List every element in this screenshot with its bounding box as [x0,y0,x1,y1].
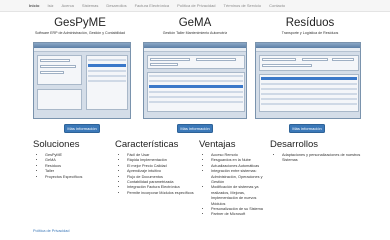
screenshot-gespyme[interactable] [33,42,131,119]
list-item: Partner de Microsoft [211,212,267,217]
screenshot-gema[interactable] [143,42,247,119]
product-subtitle-gema: Gestión Taller Mantenimiento Automotriz [162,31,228,35]
detail-panel [37,89,82,110]
nav-item-terminos-servicio[interactable]: Términos de Servicio [224,0,262,12]
product-title-gema: GeMA [178,17,212,29]
form-field [262,64,312,67]
nav-item-isiz[interactable]: Isiz [47,0,53,12]
product-gespyme: GesPyME Software ERP de Administración, … [20,16,140,35]
window-toolbar [34,48,130,52]
product-title-residuos: Resíduos [285,17,335,29]
more-info-button-residuos[interactable]: Más información [289,124,325,133]
grid-row-selected [149,85,243,88]
form-field [262,58,296,61]
grid-row [261,103,357,105]
grid-row [88,59,126,61]
soluciones-list: GesPyME GeMA Resíduos Taller Proyectos E… [33,153,113,180]
ventajas-list: Acceso Remoto Resguardos en la Nube Actu… [199,153,267,218]
nav-item-acerca[interactable]: Acerca [61,0,73,12]
window-toolbar [256,48,360,52]
form-field [196,58,236,61]
caracteristicas-list: Fácil de Usar Rápida Implementación El m… [115,153,195,196]
top-navbar: Inicio Isiz Acerca Sistemas Desarrollos … [0,0,390,12]
nav-item-sistemas[interactable]: Sistemas [82,0,98,12]
product-subtitle-gespyme: Software ERP de Administración, Gestión … [34,31,126,35]
grid-row [149,75,243,77]
section-title-soluciones: Soluciones [33,139,80,150]
grid-row [149,101,243,103]
grid-row [88,70,126,72]
form-field [40,71,64,74]
nav-item-desarrollos[interactable]: Desarrollos [106,0,126,12]
desarrollos-list: Adaptaciones y personalizaciones de nues… [270,153,362,164]
list-item: Adaptaciones y personalizaciones de nues… [282,153,362,164]
nav-item-inicio[interactable]: Inicio [29,0,39,12]
list-item: Modificación de sistemas ya realizados, … [211,185,267,207]
section-ventajas: Ventajas Acceso Remoto Resguardos en la … [199,139,267,218]
grid-header [261,77,357,80]
privacy-policy-link[interactable]: Política de Privacidad [33,229,70,233]
form-field [40,65,76,68]
form-field [302,58,328,61]
window-toolbar [144,48,246,52]
form-field [332,58,354,61]
grid-row-selected [88,64,126,67]
more-info-button-gespyme[interactable]: Más información [64,124,100,133]
grid-row [88,75,126,77]
grid-row [149,96,243,98]
section-desarrollos: Desarrollos Adaptaciones y personalizaci… [270,139,362,164]
product-title-gespyme: GesPyME [54,17,106,29]
form-field [40,59,70,62]
grid-row [261,98,357,100]
nav-item-factura-electronica[interactable]: Factura Electrónica [135,0,169,12]
more-info-button-gema[interactable]: Más información [177,124,213,133]
nav-item-contacto[interactable]: Contacto [269,0,285,12]
product-subtitle-residuos: Transporte y Logística de Resíduos [281,31,339,35]
form-field [150,58,190,61]
nav-menu: Inicio Isiz Acerca Sistemas Desarrollos … [0,0,390,12]
product-gema: GeMA Gestión Taller Mantenimiento Automo… [135,16,255,35]
grid-row [261,93,357,95]
section-soluciones: Soluciones GesPyME GeMA Resíduos Taller … [33,139,113,180]
section-title-caracteristicas: Características [115,139,179,150]
section-title-desarrollos: Desarrollos [270,139,319,150]
grid-row [88,80,126,82]
form-field [150,63,178,66]
list-item: Integración entre sistemas: Administraci… [211,169,267,185]
section-title-ventajas: Ventajas [199,139,236,150]
section-caracteristicas: Características Fácil de Usar Rápida Imp… [115,139,195,196]
list-item: Proyectos Específicos [45,175,113,180]
product-residuos: Resíduos Transporte y Logística de Resíd… [250,16,370,35]
screenshot-residuos[interactable] [255,42,361,119]
grid-row [149,91,243,93]
list-item: Permite incorporar Módulos específicos [127,191,195,196]
grid-row [149,80,243,82]
grid-row [261,83,357,85]
nav-item-politica-privacidad[interactable]: Política de Privacidad [177,0,215,12]
grid-row [261,88,357,90]
